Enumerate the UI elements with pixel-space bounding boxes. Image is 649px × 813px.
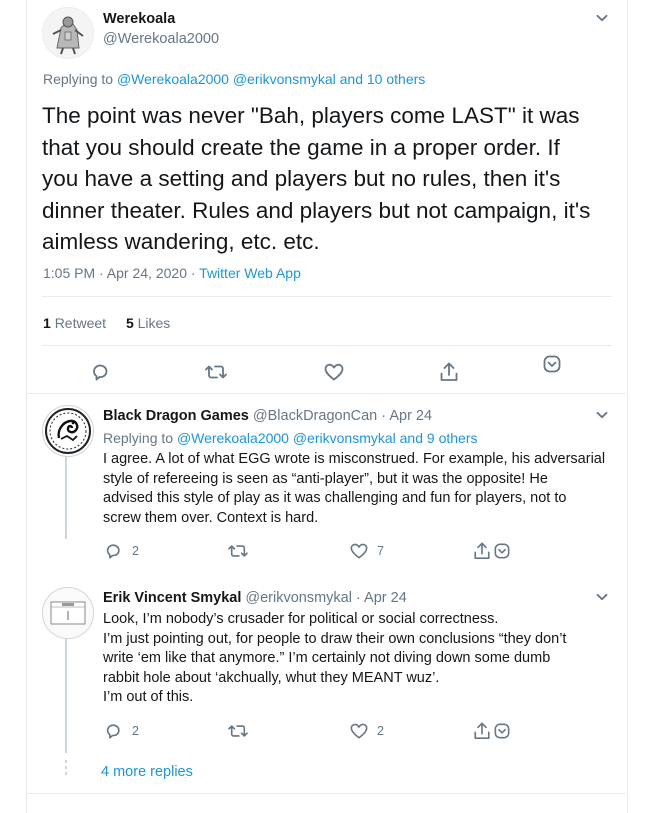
share-icon [474, 542, 490, 560]
tweet-stats: 1 Retweet 5 Likes [43, 315, 170, 331]
tweet-text: The point was never "Bah, players come L… [42, 100, 590, 258]
tweet-text-line: The point was never "Bah, players come L… [42, 103, 580, 128]
author-handle[interactable]: @Werekoala2000 [103, 31, 219, 47]
werekoala-avatar-image [43, 8, 93, 58]
like-count: 2 [377, 724, 384, 738]
reply-count: 2 [132, 724, 139, 738]
divider [27, 393, 626, 394]
reply-text: Look, I’m nobody’s crusader for politica… [103, 610, 566, 708]
retweet-icon [228, 545, 248, 557]
replying-to-prefix: Replying to [103, 430, 177, 446]
divider [27, 793, 626, 794]
like-count: 5 [125, 315, 134, 331]
avatar[interactable] [42, 7, 94, 59]
more-replies-link[interactable]: 4 more replies [101, 764, 193, 780]
heart-icon [350, 543, 368, 559]
reply-text-line: style of refereeing is seen as “anti-pla… [103, 470, 548, 487]
retweet-count: 1 [43, 315, 51, 331]
reply-button[interactable]: 2 [104, 722, 139, 740]
more-replies-dots [65, 760, 67, 775]
avatar[interactable] [42, 405, 94, 457]
reply-icon [106, 544, 120, 559]
share-button[interactable] [473, 721, 491, 741]
reply-date[interactable]: · Apr 24 [356, 590, 407, 606]
replying-to-others-link[interactable]: 9 others [427, 430, 478, 446]
erik-avatar-image [43, 588, 93, 638]
heart-icon [324, 363, 344, 381]
replying-to-and: and [335, 71, 367, 87]
reply-icon [106, 724, 120, 739]
retweet-button[interactable] [204, 362, 228, 382]
avatar[interactable] [42, 587, 94, 639]
reply-header: Black Dragon Games @BlackDragonCan · Apr… [103, 408, 432, 424]
reply-icon [93, 364, 108, 381]
share-icon [474, 722, 490, 740]
retweet-icon [205, 365, 227, 379]
like-stat[interactable]: 5 Likes [126, 315, 170, 331]
thread-line [65, 457, 67, 539]
chevron-badge-icon [543, 355, 561, 373]
like-button[interactable] [323, 362, 345, 382]
retweet-icon [228, 725, 248, 737]
reply-text-line: I agree. A lot of what EGG wrote is misc… [103, 451, 606, 467]
divider [42, 345, 612, 346]
tweet-text-line: you have a setting and players but no ru… [42, 166, 561, 191]
analytics-button[interactable] [494, 723, 510, 739]
share-button[interactable] [473, 541, 491, 561]
author-name[interactable]: Werekoala [103, 11, 175, 27]
reply-text-line: rabbit hole about ‘akchually, whut they … [103, 669, 440, 686]
like-count: 7 [377, 544, 384, 558]
reply-count: 2 [132, 544, 139, 558]
reply-button[interactable] [90, 362, 110, 382]
retweet-button[interactable] [227, 722, 249, 740]
tweet-timestamp-row: 1:05 PM · Apr 24, 2020 · Twitter Web App [43, 265, 301, 281]
retweet-label: Retweet [54, 315, 107, 331]
chevron-badge-icon [494, 723, 510, 739]
reply-text-line: screw them over. Context is hard. [103, 509, 319, 526]
divider [42, 296, 612, 297]
reply-text: I agree. A lot of what EGG wrote is misc… [103, 450, 605, 528]
retweet-button[interactable] [227, 542, 249, 560]
chevron-badge-icon [494, 543, 510, 559]
more-options-chevron-icon[interactable] [595, 590, 609, 604]
retweet-stat[interactable]: 1 Retweet [43, 315, 106, 331]
reply-header: Erik Vincent Smykal @erikvonsmykal · Apr… [103, 590, 407, 606]
dragon-avatar-image [45, 408, 91, 454]
analytics-button[interactable] [494, 543, 510, 559]
replying-to: Replying to @Werekoala2000 @erikvonsmyka… [43, 71, 425, 87]
tweet-source-link[interactable]: Twitter Web App [199, 265, 301, 281]
replying-to: Replying to @Werekoala2000 @erikvonsmyka… [103, 430, 477, 446]
reply-date[interactable]: · Apr 24 [381, 408, 432, 424]
author-handle[interactable]: @erikvonsmykal [245, 590, 352, 606]
reply-text-line: write ‘em like that anymore.” I’m certai… [103, 650, 551, 666]
like-label: Likes [137, 315, 171, 331]
reply-text-line: advised this style of play as it was cha… [103, 490, 567, 506]
replying-to-prefix: Replying to [43, 71, 117, 87]
share-icon [440, 362, 458, 381]
reply-text-line: Look, I’m nobody’s crusader for politica… [103, 611, 499, 627]
analytics-button[interactable] [543, 355, 561, 373]
reply-text-line: I’m just pointing out, for people to dra… [103, 630, 567, 647]
replying-to-users-link[interactable]: @Werekoala2000 @erikvonsmykal [177, 430, 396, 446]
share-button[interactable] [439, 361, 459, 383]
author-handle[interactable]: @BlackDragonCan [253, 408, 377, 424]
thread-line [65, 639, 67, 753]
reply-button[interactable]: 2 [104, 542, 139, 560]
more-options-chevron-icon[interactable] [595, 11, 609, 25]
heart-icon [350, 723, 368, 739]
like-button[interactable]: 2 [349, 722, 384, 740]
replying-to-users-link[interactable]: @Werekoala2000 @erikvonsmykal [117, 71, 336, 87]
reply-text-line: I’m out of this. [103, 689, 194, 705]
tweet-text-line: that you should create the game in a pro… [42, 134, 560, 160]
like-button[interactable]: 7 [349, 542, 384, 560]
author-name[interactable]: Black Dragon Games [103, 408, 249, 424]
tweet-text-line: aimless wandering, etc. etc. [42, 229, 320, 254]
tweet-text-line: dinner theater. Rules and players but no… [42, 197, 591, 223]
author-name[interactable]: Erik Vincent Smykal [103, 590, 241, 606]
more-options-chevron-icon[interactable] [595, 408, 609, 422]
tweet-timestamp[interactable]: 1:05 PM · Apr 24, 2020 · [43, 265, 199, 281]
replying-to-and: and [395, 430, 427, 446]
replying-to-others-link[interactable]: 10 others [367, 71, 425, 87]
